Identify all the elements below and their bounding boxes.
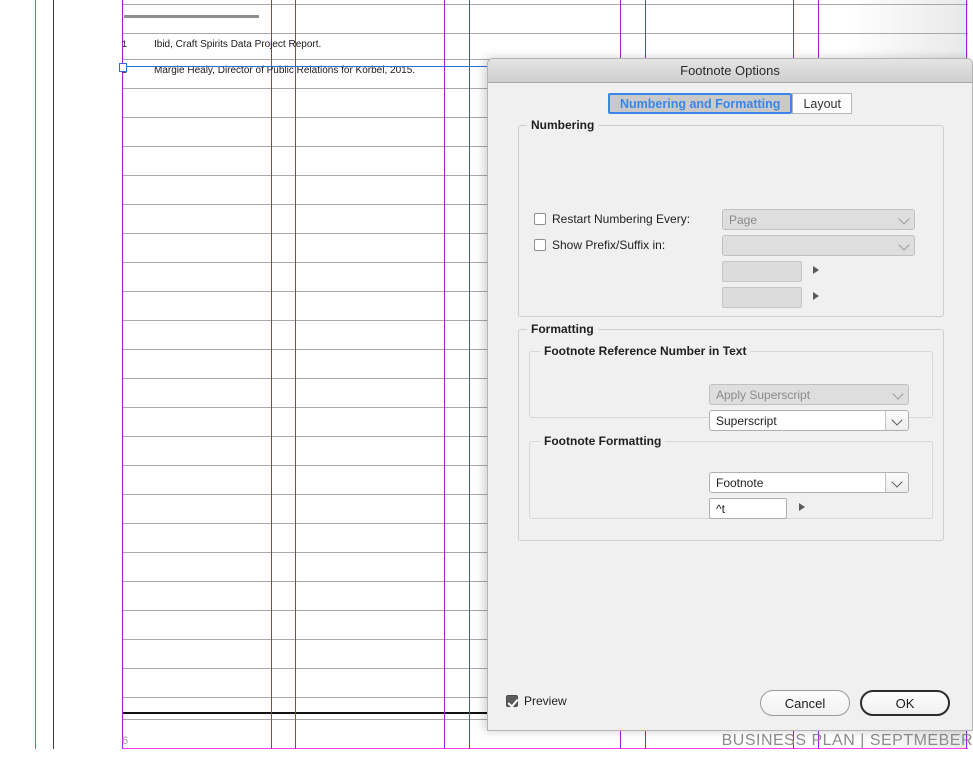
- restart-numbering-label: Restart Numbering Every:: [552, 212, 691, 226]
- dialog-title: Footnote Options: [680, 63, 780, 78]
- restart-numbering-checkbox[interactable]: [534, 213, 546, 225]
- paragraph-style-value: Footnote: [716, 475, 764, 490]
- restart-numbering-select[interactable]: Page: [722, 209, 915, 230]
- baseline-grid-line: [122, 33, 968, 34]
- start-at-label: Start at:: [954, 188, 973, 202]
- preview-label: Preview: [524, 694, 567, 708]
- character-style-select[interactable]: Superscript: [709, 410, 909, 431]
- footnote-options-dialog[interactable]: Footnote Options Numbering and Formattin…: [487, 58, 973, 731]
- chevron-down-icon: [892, 387, 904, 400]
- footnote-divider-rule: [124, 15, 259, 18]
- separator-menu-arrow-icon[interactable]: [799, 503, 805, 511]
- ruler-guide-red[interactable]: [35, 0, 36, 779]
- footnote-number: 1: [122, 39, 128, 49]
- show-prefix-suffix-label: Show Prefix/Suffix in:: [552, 238, 666, 252]
- page-number-label: 6: [122, 735, 129, 747]
- chevron-down-icon: [898, 212, 910, 225]
- footnote-reference-number-group-label: Footnote Reference Number in Text: [540, 344, 751, 358]
- separator-input[interactable]: ^t: [709, 498, 787, 519]
- position-select[interactable]: Apply Superscript: [709, 384, 909, 405]
- dialog-title-bar[interactable]: Footnote Options: [488, 59, 972, 83]
- column-guide[interactable]: [444, 0, 445, 779]
- suffix-input[interactable]: [722, 287, 802, 308]
- column-guide[interactable]: [295, 0, 296, 779]
- show-prefix-suffix-checkbox-row[interactable]: Show Prefix/Suffix in:: [534, 238, 665, 252]
- character-style-value: Superscript: [716, 413, 777, 428]
- chevron-down-icon: [898, 238, 910, 251]
- cancel-button[interactable]: Cancel: [760, 690, 850, 716]
- style-label: Style:: [964, 162, 973, 176]
- chevron-down-glyph: [891, 413, 903, 426]
- chevron-down-glyph: [891, 475, 903, 488]
- prefix-menu-arrow-icon[interactable]: [813, 266, 819, 274]
- preview-checkbox[interactable]: [506, 695, 518, 707]
- footnote-formatting-group-label: Footnote Formatting: [540, 434, 666, 448]
- show-prefix-suffix-checkbox[interactable]: [534, 239, 546, 251]
- suffix-menu-arrow-icon[interactable]: [813, 292, 819, 300]
- chevron-down-icon[interactable]: [885, 473, 908, 492]
- prefix-input[interactable]: [722, 261, 802, 282]
- formatting-group-label: Formatting: [527, 322, 598, 336]
- separator-value: ^t: [716, 501, 725, 516]
- restart-numbering-checkbox-row[interactable]: Restart Numbering Every:: [534, 212, 690, 226]
- paragraph-style-select[interactable]: Footnote: [709, 472, 909, 493]
- pasteboard-bottom: [0, 749, 973, 779]
- show-prefix-suffix-select[interactable]: [722, 235, 915, 256]
- dialog-tab-bar[interactable]: Numbering and Formatting Layout: [488, 93, 972, 114]
- preview-checkbox-row[interactable]: Preview: [506, 694, 567, 708]
- text-frame-handle[interactable]: [119, 63, 127, 72]
- running-footer-text[interactable]: BUSINESS PLAN | SEPTMEBER: [722, 732, 973, 750]
- pasteboard-left: [0, 0, 54, 779]
- column-guide[interactable]: [271, 0, 272, 779]
- tab-layout[interactable]: Layout: [792, 93, 852, 114]
- column-guide[interactable]: [469, 0, 470, 779]
- tab-numbering-and-formatting[interactable]: Numbering and Formatting: [608, 93, 793, 114]
- chevron-down-icon[interactable]: [885, 411, 908, 430]
- restart-numbering-value: Page: [729, 212, 758, 227]
- spread-edge-line: [53, 0, 54, 779]
- ok-button[interactable]: OK: [860, 690, 950, 716]
- position-value: Apply Superscript: [716, 387, 811, 402]
- numbering-group-label: Numbering: [527, 118, 599, 132]
- column-guide[interactable]: [122, 0, 123, 779]
- baseline-grid-line: [122, 4, 968, 5]
- footnote-text[interactable]: Ibid, Craft Spirits Data Project Report.: [154, 39, 321, 50]
